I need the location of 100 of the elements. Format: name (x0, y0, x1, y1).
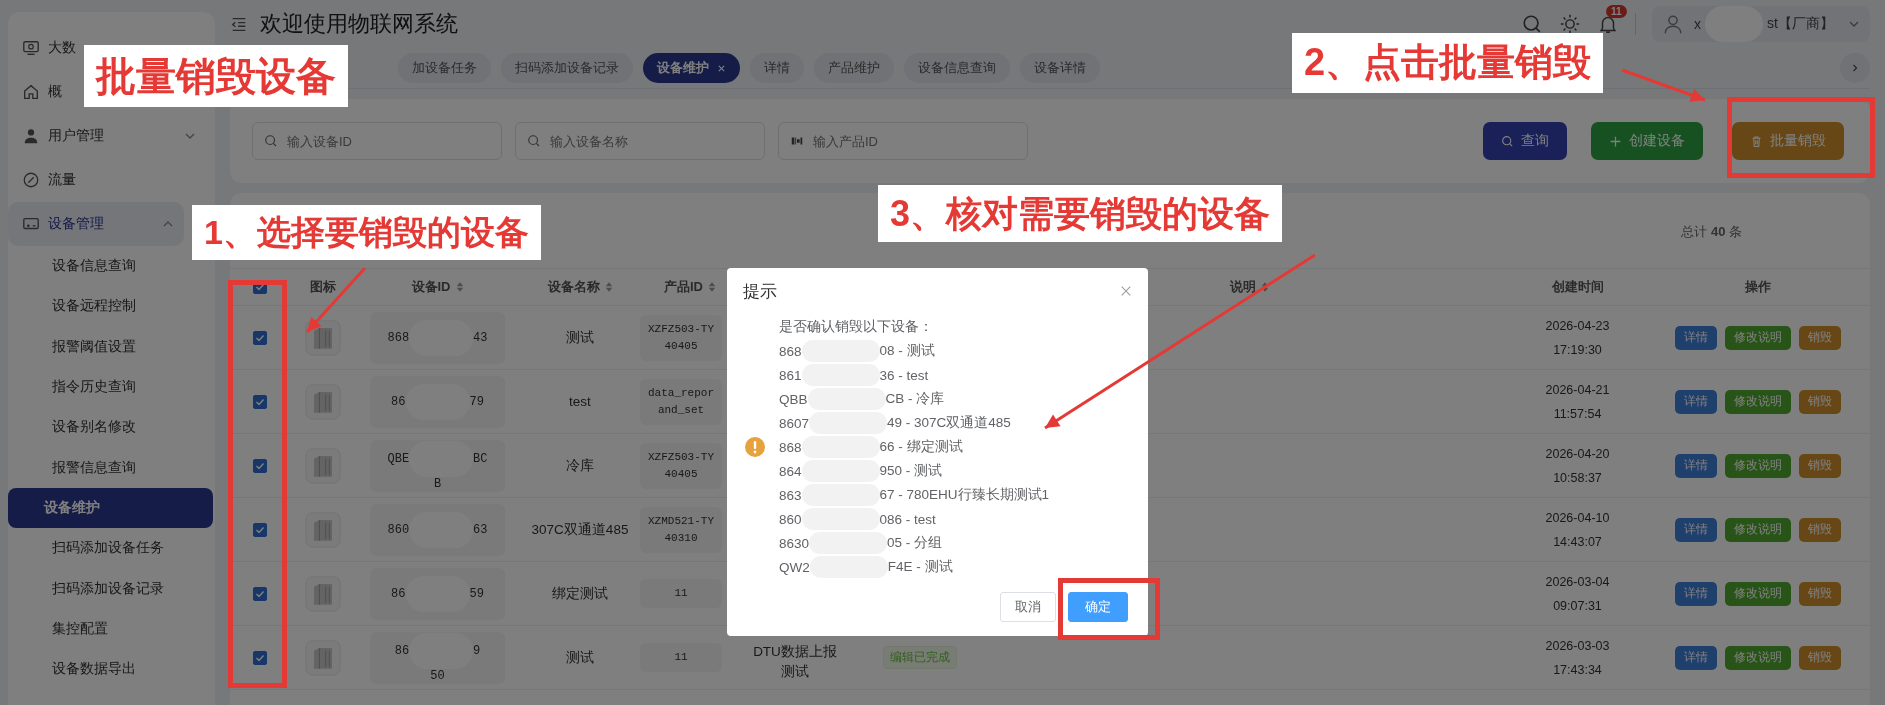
sidebar-item[interactable]: 报警信息查询 (8, 447, 136, 488)
tab[interactable]: 扫码添加设备记录 (501, 53, 633, 83)
tab[interactable]: 加设备任务 (398, 53, 491, 83)
confirm-button[interactable]: 确定 (1068, 592, 1128, 622)
detail-button[interactable]: 详情 (1674, 389, 1717, 414)
sidebar-item[interactable]: 大数 (8, 26, 76, 70)
device-entry: 864 (779, 463, 802, 479)
tab[interactable]: 详情 (750, 53, 804, 83)
menu-collapse-icon[interactable] (230, 15, 248, 33)
annotation-callout: 2、点击批量销毁 (1292, 33, 1604, 93)
column-header: 操作 (1744, 278, 1771, 296)
device-entry: 863 (779, 487, 802, 503)
sidebar-item[interactable]: 概 (8, 70, 62, 114)
edit-note-button[interactable]: 修改说明 (1724, 645, 1791, 670)
sidebar-item[interactable]: 设备管理 (8, 202, 184, 246)
row-checkbox[interactable] (253, 522, 267, 537)
device-id-cell: 868 43 (370, 311, 505, 364)
created-time: 2026-03-03 17:43:34 (1545, 637, 1610, 679)
row-checkbox[interactable] (253, 650, 267, 665)
device-entry: 868 (779, 343, 802, 359)
product-id-cell: XZMD521-TY 40310 (640, 506, 722, 553)
sidebar-item[interactable]: 设备信息查询 (8, 246, 136, 287)
sidebar-item[interactable]: 设备别名修改 (8, 407, 136, 448)
destroy-button[interactable]: 销毁 (1798, 325, 1841, 350)
destroy-button[interactable]: 销毁 (1798, 581, 1841, 606)
device-entry: QW2 (779, 559, 810, 575)
status-tag: 编辑已完成 (883, 646, 957, 669)
page-title: 欢迎使用物联网系统 (260, 10, 458, 38)
device-name: 测试 (566, 648, 594, 667)
column-header[interactable]: 产品ID (664, 278, 716, 296)
delete-button[interactable]: 批量销毁 (1732, 122, 1844, 160)
user-menu[interactable]: x st【厂商】 (1652, 6, 1870, 42)
created-time: 2026-04-10 14:43:07 (1545, 509, 1610, 551)
column-header[interactable]: 说明 (1230, 278, 1269, 296)
created-time: 2026-04-20 10:58:37 (1545, 445, 1610, 487)
detail-button[interactable]: 详情 (1674, 325, 1717, 350)
product-id-cell: 11 (640, 643, 722, 672)
close-icon[interactable] (1120, 285, 1132, 297)
sidebar-item[interactable]: 报警阈值设置 (8, 326, 136, 367)
cabinet-icon (304, 319, 341, 356)
row-checkbox[interactable] (253, 586, 267, 601)
sort-icon (604, 281, 613, 293)
sidebar-item[interactable]: 设备数据导出 (8, 648, 136, 690)
column-header[interactable]: 设备名称 (547, 278, 613, 296)
person-icon (22, 127, 40, 145)
sidebar-item[interactable]: 扫码添加设备记录 (8, 568, 164, 609)
edit-note-button[interactable]: 修改说明 (1724, 517, 1791, 542)
detail-button[interactable]: 详情 (1674, 453, 1717, 478)
edit-note-button[interactable]: 修改说明 (1724, 453, 1791, 478)
tab[interactable]: 产品维护 (814, 53, 894, 83)
device-id-cell: 86 59 (370, 567, 505, 620)
input-field[interactable]: 输入设备名称 (515, 122, 765, 160)
device-entry: 08 - 测试 (879, 342, 935, 360)
device-entry: 67 - 780EHU行臻长期测试1 (879, 486, 1050, 504)
destroy-button[interactable]: 销毁 (1798, 517, 1841, 542)
sun-icon[interactable] (1559, 13, 1582, 35)
edit-note-button[interactable]: 修改说明 (1724, 389, 1791, 414)
device-entry: QBB (779, 391, 808, 407)
detail-button[interactable]: 详情 (1674, 645, 1717, 670)
input-field[interactable]: 输入设备ID (252, 122, 502, 160)
annotation-callout: 批量销毁设备 (84, 45, 348, 107)
device-name: 测试 (566, 328, 594, 347)
device-entry: 860 (779, 511, 802, 527)
row-checkbox[interactable] (253, 394, 267, 409)
input-field[interactable]: 输入产品ID (778, 122, 1028, 160)
home-icon (22, 83, 40, 101)
tab[interactable]: 设备维护 (643, 53, 740, 83)
sidebar-item[interactable]: 设备远程控制 (8, 286, 136, 327)
destroy-button[interactable]: 销毁 (1798, 389, 1841, 414)
dialog-title: 提示 (743, 280, 777, 303)
row-checkbox[interactable] (253, 330, 267, 345)
cancel-button[interactable]: 取消 (1000, 592, 1056, 622)
device-id-cell: 86 9 50 (370, 631, 505, 684)
sidebar-item[interactable]: 集控配置 (8, 608, 108, 649)
cabinet-icon (304, 575, 341, 612)
detail-button[interactable]: 详情 (1674, 517, 1717, 542)
destroy-button[interactable]: 销毁 (1798, 453, 1841, 478)
search-button[interactable]: 查询 (1483, 122, 1567, 160)
column-header[interactable]: 设备ID (411, 278, 464, 296)
destroy-button[interactable]: 销毁 (1798, 645, 1841, 670)
created-time: 2026-04-23 17:19:30 (1545, 317, 1610, 359)
sort-icon (708, 281, 716, 293)
sidebar-item[interactable]: 指令历史查询 (8, 366, 136, 408)
edit-note-button[interactable]: 修改说明 (1724, 581, 1791, 606)
device-entry: 868 (779, 439, 802, 455)
device-name: 冷库 (566, 456, 594, 475)
row-checkbox[interactable] (253, 458, 267, 473)
device-entry: 49 - 307C双通道485 (887, 414, 1011, 432)
device-entry: 8630 (779, 535, 810, 551)
device-entry: F4E - 测试 (887, 558, 953, 576)
tab[interactable]: 设备信息查询 (904, 53, 1010, 83)
sidebar-item[interactable]: 扫码添加设备任务 (8, 528, 164, 569)
sidebar-item[interactable]: 用户管理 (8, 114, 196, 158)
create-button[interactable]: 创建设备 (1591, 122, 1703, 160)
sidebar-item[interactable]: 设备维护 (8, 487, 213, 529)
edit-note-button[interactable]: 修改说明 (1724, 325, 1791, 350)
sidebar-item[interactable]: 流量 (8, 158, 76, 202)
tab[interactable]: 设备详情 (1020, 53, 1100, 83)
detail-button[interactable]: 详情 (1674, 581, 1717, 606)
cabinet-icon (304, 383, 341, 420)
